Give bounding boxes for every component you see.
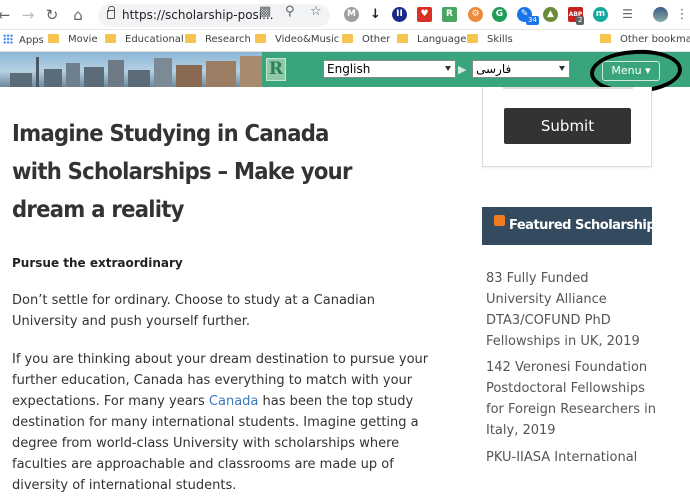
- folder-icon: [185, 34, 196, 43]
- translate-icon[interactable]: ▩: [259, 4, 271, 19]
- folder-icon: [342, 34, 353, 43]
- star-icon[interactable]: ☆: [310, 4, 322, 19]
- back-icon[interactable]: ←: [0, 5, 14, 25]
- lock-icon: [107, 6, 115, 19]
- submit-button[interactable]: Submit: [504, 108, 631, 144]
- zoom-icon[interactable]: ⚲: [285, 4, 295, 19]
- url-text[interactable]: https://scholarship-posi...: [122, 8, 274, 22]
- apps-icon: [3, 34, 13, 44]
- city-skyline-image: [0, 52, 262, 87]
- bookmark-research[interactable]: Research: [185, 34, 251, 45]
- address-bar[interactable]: https://scholarship-posi...: [98, 4, 330, 27]
- chevron-down-icon: [559, 66, 565, 71]
- bookmarks-bar: Apps Movie Educational Research Video&Mu…: [0, 30, 690, 52]
- bookmark-apps[interactable]: Apps: [3, 34, 44, 46]
- bookmark-other[interactable]: Other: [342, 34, 390, 45]
- folder-icon: [105, 34, 116, 43]
- bookmark-skills[interactable]: Skills: [467, 34, 513, 45]
- featured-link-3[interactable]: PKU-IIASA International: [486, 447, 658, 468]
- m-extension-icon[interactable]: m: [593, 7, 608, 22]
- extension-grid-icon[interactable]: M: [344, 7, 359, 22]
- color-extension-icon[interactable]: ⚙: [468, 7, 483, 22]
- site-header: R English ▶ فارسی Menu ▾: [0, 52, 690, 87]
- menu-extension-icon[interactable]: ☰: [620, 7, 635, 22]
- pause-extension-icon[interactable]: II: [392, 7, 407, 22]
- article-subheading: Pursue the extraordinary: [12, 256, 183, 270]
- forward-icon[interactable]: →: [18, 5, 38, 25]
- arrow-right-icon: ▶: [458, 63, 467, 76]
- article-paragraph-2: If you are thinking about your dream des…: [12, 352, 429, 493]
- target-language-select[interactable]: فارسی: [472, 60, 570, 78]
- chevron-down-icon: [445, 66, 451, 71]
- article: Imagine Studying in Canada with Scholars…: [12, 87, 452, 493]
- home-icon[interactable]: ⌂: [68, 5, 88, 25]
- article-title: Imagine Studying in Canada with Scholars…: [12, 121, 352, 223]
- pocket-icon[interactable]: ♥: [417, 7, 432, 22]
- featured-link-2[interactable]: 142 Veronesi Foundation Postdoctoral Fel…: [486, 357, 658, 441]
- folder-icon: [397, 34, 408, 43]
- reload-icon[interactable]: ↻: [42, 5, 62, 25]
- featured-scholarships-header: Featured Scholarships: [482, 207, 663, 245]
- r-extension-icon[interactable]: R: [442, 7, 457, 22]
- browser-toolbar: ← → ↻ ⌂ https://scholarship-posi... ▩ ⚲ …: [0, 0, 690, 30]
- kebab-menu-icon[interactable]: ⋮: [672, 5, 690, 25]
- profile-avatar-icon[interactable]: [653, 7, 668, 22]
- site-logo[interactable]: R: [266, 58, 286, 81]
- canada-link[interactable]: Canada: [209, 394, 258, 409]
- featured-link-1[interactable]: 83 Fully Funded University Alliance DTA3…: [486, 268, 658, 352]
- grammarly-icon[interactable]: G: [492, 7, 507, 22]
- download-icon[interactable]: ↓: [368, 7, 383, 22]
- folder-icon: [48, 34, 59, 43]
- folder-icon: [255, 34, 266, 43]
- extension-badge: 34: [526, 16, 539, 25]
- article-paragraph-1: Don’t settle for ordinary. Choose to stu…: [12, 293, 375, 329]
- bookmark-language[interactable]: Language: [397, 34, 466, 45]
- subscribe-form: Submit: [482, 87, 652, 167]
- adblock-badge: 2: [576, 16, 585, 25]
- folder-icon: [467, 34, 478, 43]
- bookmark-video-music[interactable]: Video&Music: [255, 34, 339, 45]
- folder-icon: [600, 34, 611, 43]
- source-language-select[interactable]: English: [323, 60, 456, 78]
- rss-icon: [494, 215, 505, 226]
- drive-extension-icon[interactable]: ▲: [543, 7, 558, 22]
- bookmark-movie[interactable]: Movie: [48, 34, 98, 45]
- bookmark-educational[interactable]: Educational: [105, 34, 184, 45]
- form-input-edge[interactable]: [503, 87, 633, 89]
- bookmark-other-bookmarks[interactable]: Other bookmarks: [600, 34, 690, 45]
